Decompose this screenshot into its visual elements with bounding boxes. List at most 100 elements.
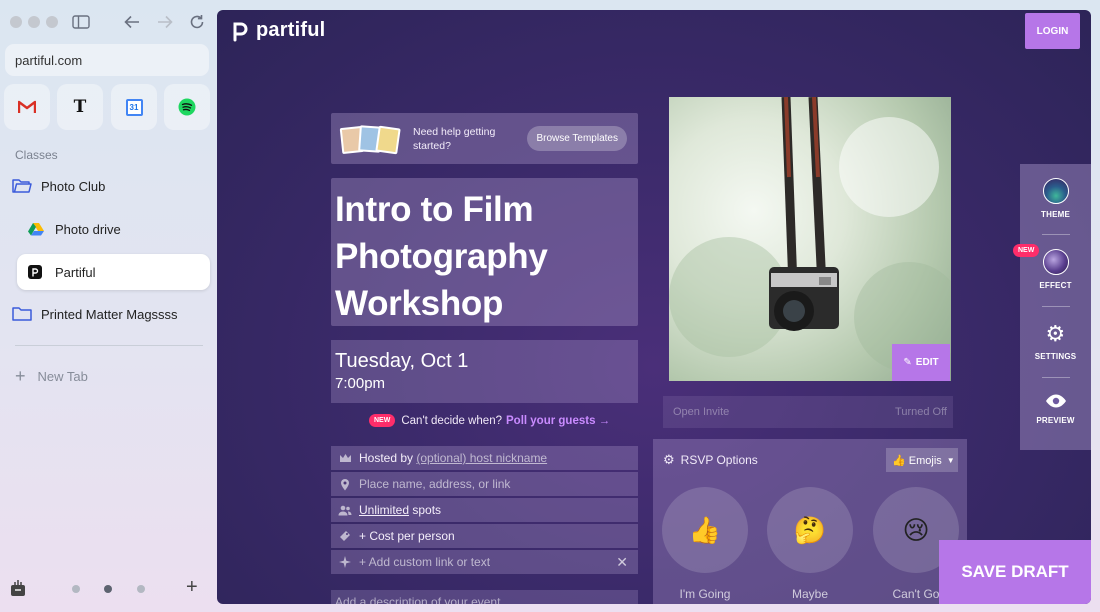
event-date: Tuesday, Oct 1 xyxy=(335,350,469,372)
sidebar-divider xyxy=(15,345,203,346)
people-icon xyxy=(337,505,353,516)
panel-divider xyxy=(1042,306,1070,307)
sidebar-item-partiful[interactable]: Partiful xyxy=(17,254,210,290)
spots-field[interactable]: Unlimited spots xyxy=(331,498,638,522)
browse-templates-button[interactable]: Browse Templates xyxy=(527,126,627,151)
rsvp-option-label: Maybe xyxy=(791,587,829,601)
new-tab-label: New Tab xyxy=(37,369,88,384)
description-input[interactable]: Add a description of your event xyxy=(331,590,638,604)
close-icon[interactable]: ✕ xyxy=(616,554,628,571)
thinking-face-icon: 🤔 xyxy=(767,487,853,573)
preview-label: PREVIEW xyxy=(1036,416,1075,425)
folder-icon xyxy=(11,303,33,325)
event-title-input[interactable]: Intro to Film Photography Workshop xyxy=(331,178,638,326)
settings-button[interactable]: ⚙ SETTINGS xyxy=(1020,321,1091,362)
event-time: 7:00pm xyxy=(335,375,386,392)
add-space-icon[interactable]: + xyxy=(186,576,198,599)
folder-icon xyxy=(11,175,33,197)
space-dot[interactable] xyxy=(72,585,80,593)
event-cover-photo xyxy=(669,97,951,381)
template-thumbnails xyxy=(339,124,403,154)
archive-icon[interactable] xyxy=(10,579,26,602)
theme-label: THEME xyxy=(1041,210,1070,219)
maximize-window-button[interactable] xyxy=(46,16,58,28)
pencil-icon: ✎ xyxy=(903,357,912,368)
partiful-logo-icon xyxy=(233,22,248,41)
poll-guests-link[interactable]: Poll your guests → xyxy=(506,415,610,427)
open-invite-status: Turned Off xyxy=(895,406,947,418)
sidebar-toggle-icon[interactable] xyxy=(70,11,92,33)
sidebar-item-label: Photo Club xyxy=(41,178,106,194)
location-pin-icon xyxy=(337,478,353,491)
location-field[interactable]: Place name, address, or link xyxy=(331,472,638,496)
unlimited-link[interactable]: Unlimited xyxy=(359,503,409,517)
host-nickname-link[interactable]: (optional) host nickname xyxy=(416,451,547,465)
back-arrow-icon[interactable] xyxy=(121,11,143,33)
url-text: partiful.com xyxy=(15,53,83,68)
sidebar-item-label: Printed Matter Magssss xyxy=(41,306,178,322)
spots-suffix: spots xyxy=(412,503,442,517)
rsvp-style-select[interactable]: 👍 Emojis ▼ xyxy=(886,448,958,472)
location-placeholder: Place name, address, or link xyxy=(359,477,511,491)
sidebar-item-printed-matter[interactable]: Printed Matter Magssss xyxy=(11,303,178,325)
rsvp-option-maybe[interactable]: 🤔 Maybe xyxy=(767,487,853,601)
space-dot-active[interactable] xyxy=(104,585,112,593)
help-text: Need help getting started? xyxy=(413,125,496,152)
sidebar-item-photo-drive[interactable]: Photo drive xyxy=(25,218,121,240)
nytimes-icon[interactable]: T xyxy=(57,84,103,130)
rsvp-option-label: I'm Going xyxy=(679,587,731,601)
plus-icon: + xyxy=(15,366,26,386)
browser-sidebar: partiful.com T 31 Classes Photo Club Pho… xyxy=(0,0,217,612)
host-prefix: Hosted by xyxy=(359,451,414,465)
new-badge: NEW xyxy=(369,414,396,427)
partiful-logo[interactable]: partiful xyxy=(230,19,325,42)
theme-orb-icon xyxy=(1042,178,1069,204)
eye-icon xyxy=(1045,394,1066,408)
cost-field[interactable]: + Cost per person xyxy=(331,524,638,548)
sparkle-icon xyxy=(337,556,353,568)
ticket-icon xyxy=(337,530,353,542)
rsvp-option-label: Can't Go xyxy=(892,587,940,601)
chevron-down-icon: ▼ xyxy=(946,455,955,465)
sidebar-item-label: Photo drive xyxy=(55,221,121,237)
host-field[interactable]: Hosted by (optional) host nickname xyxy=(331,446,638,470)
effect-new-badge: NEW xyxy=(1013,244,1040,257)
theme-button[interactable]: THEME xyxy=(1020,178,1091,219)
gmail-icon[interactable] xyxy=(4,84,50,130)
close-window-button[interactable] xyxy=(10,16,22,28)
effect-label: EFFECT xyxy=(1039,281,1072,290)
minimize-window-button[interactable] xyxy=(28,16,40,28)
google-drive-icon xyxy=(25,218,47,240)
sidebar-item-label: Partiful xyxy=(55,264,96,280)
forward-arrow-icon[interactable] xyxy=(154,11,176,33)
poll-row: NEW Can't decide when? Poll your guests … xyxy=(369,414,610,427)
preview-button[interactable]: PREVIEW xyxy=(1020,394,1091,425)
spotify-icon[interactable] xyxy=(164,84,210,130)
rsvp-style-value: 👍 Emojis xyxy=(892,454,942,467)
calendar-icon[interactable]: 31 xyxy=(111,84,157,130)
space-dot[interactable] xyxy=(137,585,145,593)
template-thumbnail xyxy=(375,125,401,154)
event-date-picker[interactable]: Tuesday, Oct 1 7:00pm xyxy=(331,340,638,403)
rsvp-title: RSVP Options xyxy=(680,453,758,467)
open-invite-label: Open Invite xyxy=(673,406,730,418)
save-draft-button[interactable]: SAVE DRAFT xyxy=(939,540,1091,604)
login-button[interactable]: LOGIN xyxy=(1025,13,1080,49)
crown-icon xyxy=(337,453,353,463)
gear-icon: ⚙ xyxy=(1045,321,1066,346)
custom-link-field[interactable]: + Add custom link or text ✕ xyxy=(331,550,638,574)
sidebar-item-photo-club[interactable]: Photo Club xyxy=(11,175,105,197)
rsvp-option-going[interactable]: 👍 I'm Going xyxy=(662,487,748,601)
poll-text: Can't decide when? xyxy=(401,414,502,427)
open-invite-toggle[interactable]: Open Invite Turned Off xyxy=(663,396,953,428)
edit-photo-button[interactable]: ✎ EDIT xyxy=(892,344,950,381)
reload-icon[interactable] xyxy=(186,11,208,33)
panel-divider xyxy=(1042,377,1070,378)
url-bar[interactable]: partiful.com xyxy=(5,44,209,76)
new-tab-button[interactable]: + New Tab xyxy=(15,366,88,387)
help-card: Need help getting started? Browse Templa… xyxy=(331,113,638,164)
effect-orb-icon xyxy=(1042,249,1069,275)
settings-label: SETTINGS xyxy=(1034,352,1077,361)
section-label-classes: Classes xyxy=(15,148,58,162)
customize-panel: THEME EFFECT ⚙ SETTINGS PREVIEW xyxy=(1020,164,1091,450)
